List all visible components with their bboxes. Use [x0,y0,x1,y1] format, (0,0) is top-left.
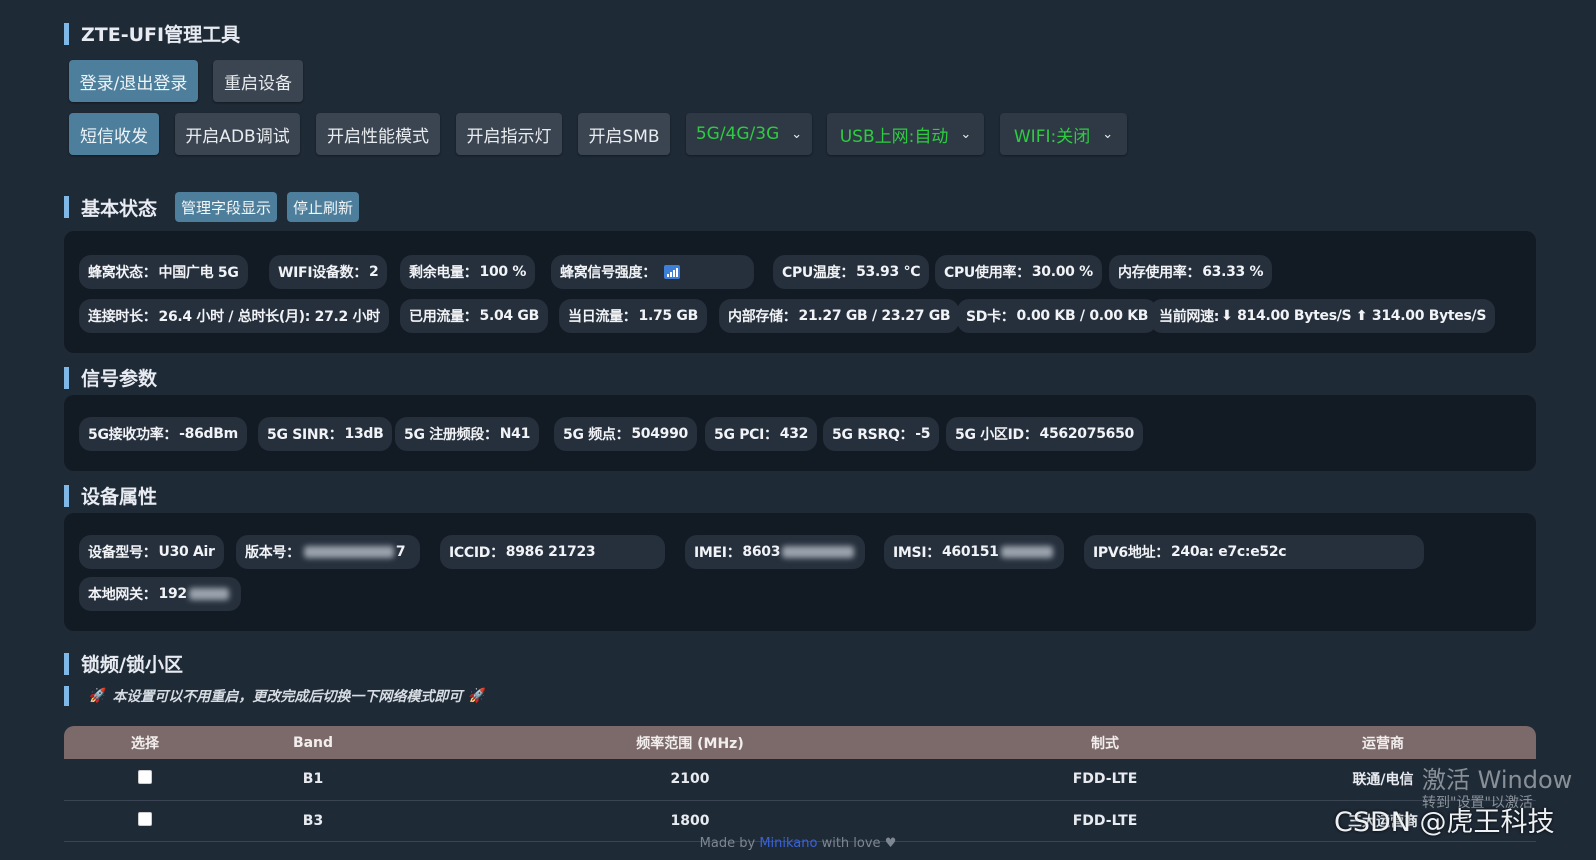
device-chip-version: 版本号： 7 [236,535,420,569]
login-button[interactable]: 登录/退出登录 [69,60,198,102]
mode-cell: FDD-LTE [980,800,1230,842]
reboot-button[interactable]: 重启设备 [213,60,303,102]
rocket-icon: 🚀 [89,688,107,704]
device-props-title-text: 设备属性 [81,486,158,508]
device-chip-ipv6: IPV6地址： 240a: e7c:e52c [1084,535,1424,569]
signal-chip-rsrp: 5G接收功率： -86dBm [79,417,247,451]
basic-status-panel: 蜂窝状态： 中国广电 5G WIFI设备数： 2 剩余电量： 100 % 蜂窝信号强度… [64,231,1536,353]
signal-chip-rsrq: 5G RSRQ： -5 [823,417,940,451]
status-chip-cpu-usage: CPU使用率： 30.00 % [935,255,1102,289]
band-table: 选择 Band 频率范围 (MHz) 制式 运营商 B1 2100 FDD-LT… [64,726,1536,842]
title-accent-bar [64,196,69,218]
band-cell: B1 [226,759,400,801]
status-chip-used-traffic: 已用流量： 5.04 GB [400,299,548,333]
status-chip-battery: 剩余电量： 100 % [400,255,536,289]
col-select: 选择 [64,726,226,759]
band-checkbox[interactable] [138,770,152,785]
status-chip-cellular: 蜂窝状态： 中国广电 5G [79,255,248,289]
stop-refresh-button[interactable]: 停止刷新 [287,192,360,222]
device-props-title: 设备属性 [64,482,157,509]
lock-band-title-text: 锁频/锁小区 [81,654,183,676]
app-title-text: ZTE-UFI管理工具 [81,24,241,46]
note-accent-bar [64,686,69,706]
net-mode-value: 5G/4G/3G [695,124,780,144]
perf-mode-button[interactable]: 开启性能模式 [316,113,440,155]
title-accent-bar [64,22,69,45]
status-chip-network-speed: 当前网速: ⬇ 814.00 Bytes/S ⬆ 314.00 Bytes/S [1150,299,1496,333]
status-chip-memory: 内存使用率： 63.33 % [1109,255,1273,289]
title-accent-bar [64,484,69,507]
chevron-down-icon: ⌄ [960,126,972,142]
signal-params-panel: 5G接收功率： -86dBm 5G SINR： 13dB 5G 注册频段： N41 5… [64,395,1536,471]
basic-status-title: 基本状态 管理字段显示 停止刷新 [64,192,360,222]
wifi-value: WIFI:关闭 [1013,126,1091,147]
device-chip-model: 设备型号： U30 Air [79,535,224,569]
col-band: Band [226,726,400,759]
status-chip-signal-strength: 蜂窝信号强度： [551,255,754,289]
signal-params-title-text: 信号参数 [81,368,158,390]
usb-value: USB上网:自动 [839,126,949,147]
device-chip-iccid: ICCID： 8986 21723 [440,535,665,569]
band-cell: B3 [226,800,400,842]
freq-cell: 1800 [400,800,980,842]
status-chip-connection-time: 连接时长： 26.4 小时 / 总时长(月): 27.2 小时 [79,299,389,333]
smb-button[interactable]: 开启SMB [578,113,670,155]
adb-button[interactable]: 开启ADB调试 [175,113,300,155]
basic-status-title-text: 基本状态 [81,197,158,220]
signal-chip-band: 5G 注册频段： N41 [395,417,540,451]
lock-band-note-text: 本设置可以不用重启，更改完成后切换一下网络模式即可 [112,689,463,705]
chevron-down-icon: ⌄ [1102,126,1114,142]
signal-chip-pci: 5G PCI： 432 [705,417,818,451]
status-chip-sd-card: SD卡： 0.00 KB / 0.00 KB [957,299,1158,333]
status-chip-wifi-devices: WIFI设备数： 2 [269,255,388,289]
rocket-icon: 🚀 [468,688,486,704]
signal-chip-sinr: 5G SINR： 13dB [258,417,393,451]
status-chip-internal-storage: 内部存储： 21.27 GB / 23.27 GB [719,299,960,333]
led-button[interactable]: 开启指示灯 [456,113,562,155]
lock-band-note: 🚀 本设置可以不用重启，更改完成后切换一下网络模式即可 🚀 [64,686,492,706]
signal-params-title: 信号参数 [64,364,157,391]
band-checkbox[interactable] [138,811,152,826]
col-carrier: 运营商 [1230,726,1536,759]
signal-chip-cell-id: 5G 小区ID： 4562075650 [946,417,1143,451]
net-mode-select[interactable]: 5G/4G/3G ⌄ [686,113,812,155]
title-accent-bar [64,366,69,389]
app-title: ZTE-UFI管理工具 [64,20,240,47]
signal-chip-earfcn: 5G 频点： 504990 [554,417,697,451]
status-chip-cpu-temp: CPU温度： 53.93 ℃ [773,255,930,289]
device-chip-imei: IMEI： 8603 [685,535,865,569]
title-accent-bar [64,652,69,675]
device-chip-imsi: IMSI： 460151 [884,535,1064,569]
mode-cell: FDD-LTE [980,759,1230,801]
band-table-header: 选择 Band 频率范围 (MHz) 制式 运营商 [64,726,1536,759]
usb-select[interactable]: USB上网:自动 ⌄ [827,113,984,155]
col-freq: 频率范围 (MHz) [400,726,980,759]
table-row: B1 2100 FDD-LTE 联通/电信 [64,759,1536,801]
chevron-down-icon: ⌄ [791,126,803,142]
manage-fields-button[interactable]: 管理字段显示 [175,192,278,222]
signal-bars-icon [663,265,680,279]
windows-activation-watermark: 激活 Window [1422,766,1573,794]
status-chip-daily-traffic: 当日流量： 1.75 GB [559,299,707,333]
freq-cell: 2100 [400,759,980,801]
device-chip-gateway: 本地网关： 192 [79,577,241,611]
table-row: B3 1800 FDD-LTE 三大运营商 [64,800,1536,842]
sms-button[interactable]: 短信收发 [69,113,159,155]
author-link[interactable]: Minikano [759,836,817,851]
col-mode: 制式 [980,726,1230,759]
lock-band-title: 锁频/锁小区 [64,650,183,677]
csdn-watermark: CSDN @虎王科技 [1334,807,1555,838]
wifi-select[interactable]: WIFI:关闭 ⌄ [1000,113,1127,155]
device-props-panel: 设备型号： U30 Air 版本号： 7 ICCID： 8986 21723 IMEI… [64,513,1536,631]
